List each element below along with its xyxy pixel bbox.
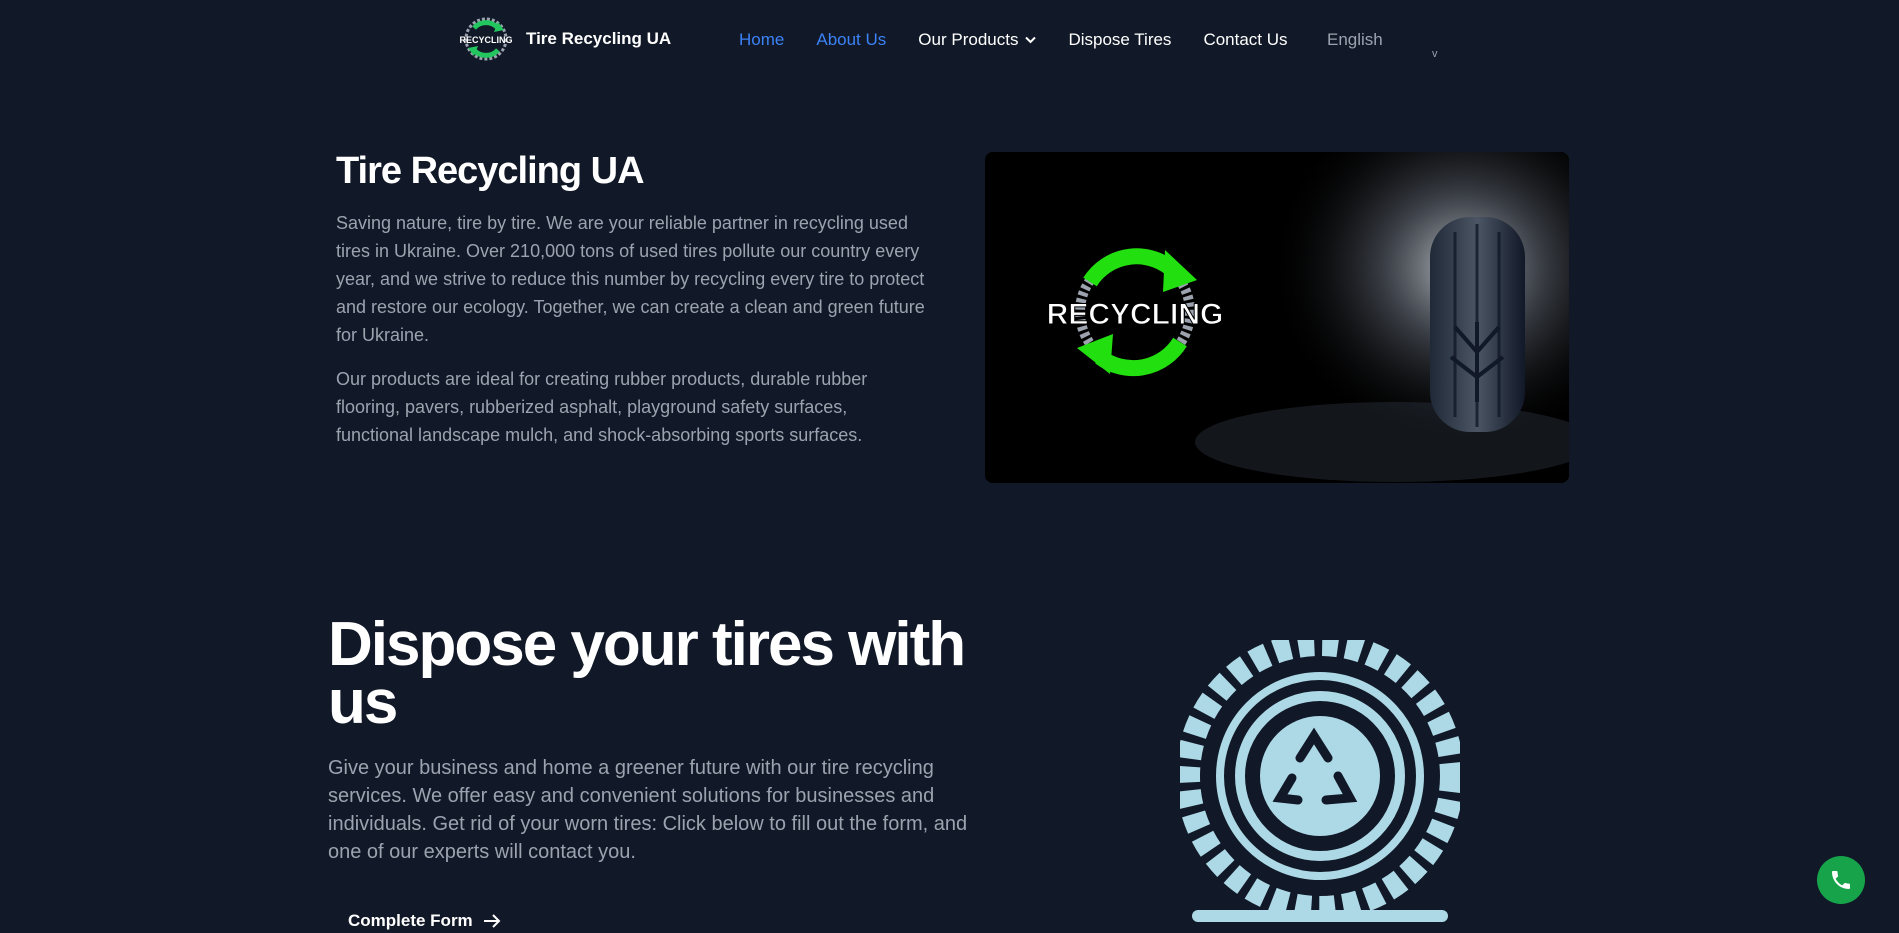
arrow-right-icon xyxy=(483,914,501,928)
image-logo-text: RECYCLING xyxy=(1047,298,1224,331)
recycling-tire-image: RECYCLING xyxy=(985,152,1569,483)
hero-title: Tire Recycling UA xyxy=(336,150,645,192)
recycling-logo-icon: RECYCLING xyxy=(459,17,513,61)
hero-image: RECYCLING xyxy=(985,152,1569,483)
nav-link-our-products[interactable]: Our Products xyxy=(918,30,1037,50)
hero-paragraph-intro: Saving nature, tire by tire. We are your… xyxy=(336,213,925,345)
nav-links: Home About Us Our Products Dispose Tires… xyxy=(739,30,1320,50)
phone-button[interactable] xyxy=(1817,856,1865,904)
dispose-title: Dispose your tires with us xyxy=(328,610,966,737)
dispose-paragraph: Give your business and home a greener fu… xyxy=(328,757,968,863)
hero-paragraph-products: Our products are ideal for creating rubb… xyxy=(336,369,868,445)
complete-form-label: Complete Form xyxy=(348,911,473,930)
nav-link-dispose-tires[interactable]: Dispose Tires xyxy=(1068,30,1171,50)
chevron-down-icon xyxy=(1025,36,1037,44)
nav-link-about-us[interactable]: About Us xyxy=(816,30,886,50)
nav-link-contact-us[interactable]: Contact Us xyxy=(1203,30,1287,50)
top-navigation: RECYCLING Tire Recycling UA Home About U… xyxy=(0,0,1899,80)
language-select[interactable]: English xyxy=(1327,30,1383,50)
tire-recycle-icon xyxy=(1180,640,1460,922)
language-caret[interactable]: v xyxy=(1432,48,1438,60)
phone-icon xyxy=(1832,871,1850,889)
complete-form-button[interactable]: Complete Form xyxy=(348,911,501,931)
nav-link-our-products-label: Our Products xyxy=(918,30,1019,49)
brand-name[interactable]: Tire Recycling UA xyxy=(526,29,671,49)
brand[interactable]: RECYCLING Tire Recycling UA xyxy=(456,14,671,64)
nav-link-home[interactable]: Home xyxy=(739,30,784,50)
logo-text: RECYCLING xyxy=(459,35,512,45)
